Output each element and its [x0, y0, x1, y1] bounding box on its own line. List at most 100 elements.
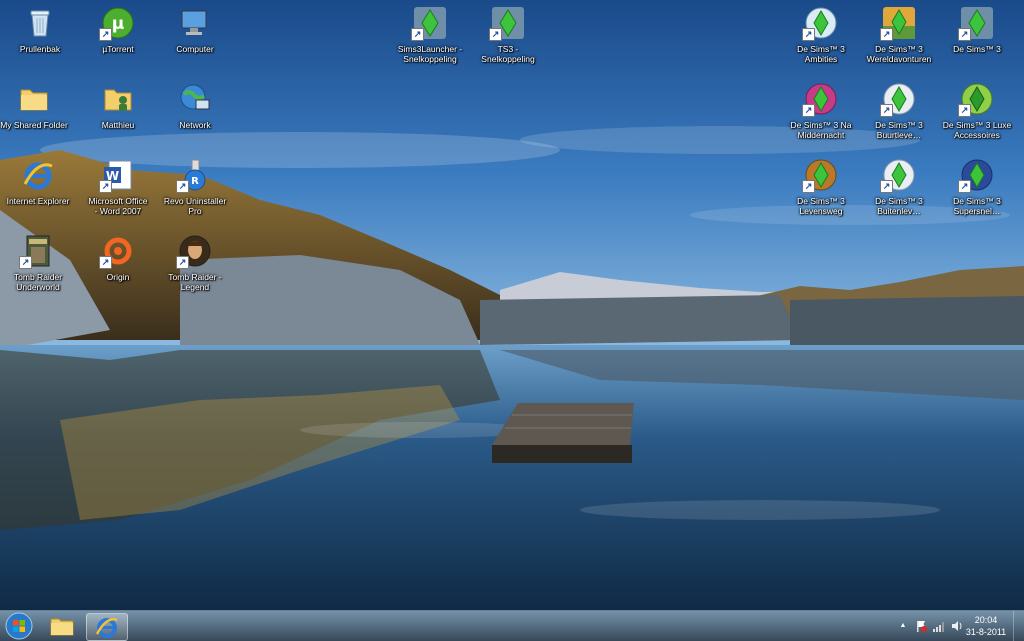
desktop-icon-label: Tomb Raider Underworld: [13, 272, 63, 292]
desktop-icon-label: Internet Explorer: [6, 196, 70, 206]
shortcut-arrow-icon: ↗: [99, 256, 112, 269]
desktop-icon-label: De Sims™ 3 Luxe Accessoires: [942, 120, 1012, 140]
shortcut-arrow-icon: ↗: [176, 180, 189, 193]
desktop-icon-sims3-na-middernacht[interactable]: ↗ De Sims™ 3 Na Middernacht: [783, 78, 859, 148]
sims-outdoor-icon: ↗: [880, 158, 916, 193]
desktop-icon-utorrent[interactable]: µ ↗ µTorrent: [80, 2, 156, 72]
svg-text:R: R: [191, 176, 199, 187]
desktop-icon-sims3-wereldavonturen[interactable]: ↗ De Sims™ 3 Wereldavonturen: [861, 2, 937, 72]
desktop-icon-label: De Sims™ 3 Ambities: [797, 44, 845, 64]
desktop-icon-word-2007[interactable]: W ↗ Microsoft Office - Word 2007: [80, 154, 156, 224]
taskbar-windows-explorer[interactable]: [42, 613, 82, 639]
desktop-icon-tomb-raider-underworld[interactable]: ↗ Tomb Raider Underworld: [0, 230, 76, 300]
desktop-icon-sims3launcher[interactable]: ↗ Sims3Launcher - Snelkoppeling: [392, 2, 468, 72]
desktop-icon-label: µTorrent: [102, 44, 134, 54]
desktop-icon-my-shared-folder[interactable]: My Shared Folder: [0, 78, 72, 148]
desktop-icon-network[interactable]: Network: [157, 78, 233, 148]
clock-time: 20:04: [974, 615, 998, 625]
desktop-icon-sims3-luxe-accessoires[interactable]: ↗ De Sims™ 3 Luxe Accessoires: [939, 78, 1015, 148]
sims-generations-icon: ↗: [880, 82, 916, 117]
desktop-icon-recycle-bin[interactable]: Prullenbak: [2, 2, 78, 72]
word-icon: W ↗: [99, 158, 135, 193]
svg-text:µ: µ: [112, 14, 125, 34]
origin-icon: ↗: [99, 234, 135, 269]
shortcut-arrow-icon: ↗: [19, 256, 32, 269]
show-desktop-button[interactable]: [1013, 611, 1024, 641]
desktop-icon-ts3-shortcut[interactable]: ↗ TS3 - Snelkoppeling: [470, 2, 546, 72]
system-clock[interactable]: 20:04 31-8-2011: [962, 614, 1010, 638]
desktop-icon-sims3-buurtleven[interactable]: ↗ De Sims™ 3 Buurtleve…: [861, 78, 937, 148]
sims-fast-lane-icon: ↗: [958, 158, 994, 193]
network-icon: [178, 82, 212, 116]
internet-explorer-icon: [95, 618, 118, 638]
desktop-icon-label: De Sims™ 3 Na Middernacht: [790, 120, 852, 140]
shortcut-arrow-icon: ↗: [176, 256, 189, 269]
shortcut-arrow-icon: ↗: [411, 28, 424, 41]
desktop-icon-label: Revo Uninstaller Pro: [163, 196, 227, 216]
desktop-icon-label: Tomb Raider - Legend: [168, 272, 222, 292]
desktop-icon-label: De Sims™ 3 Wereldavonturen: [866, 44, 932, 64]
recycle-bin-icon: [23, 6, 57, 40]
desktop-icon-tomb-raider-legend[interactable]: ↗ Tomb Raider - Legend: [157, 230, 233, 300]
desktop-icon-label: De Sims™ 3 Levensweg: [797, 196, 845, 216]
shortcut-arrow-icon: ↗: [958, 28, 971, 41]
desktop-icon-label: Matthieu: [101, 120, 135, 130]
desktop-icon-label: De Sims™ 3: [953, 44, 1001, 54]
desktop-icon-origin[interactable]: ↗ Origin: [80, 230, 156, 300]
shortcut-arrow-icon: ↗: [99, 28, 112, 41]
shortcut-arrow-icon: ↗: [880, 180, 893, 193]
desktop-icon-label: De Sims™ 3 Supersnel…: [953, 196, 1001, 216]
action-center-flag-icon[interactable]: [914, 619, 928, 633]
desktop-icon-label: Origin: [106, 272, 130, 282]
desktop-icon-label: Computer: [176, 44, 214, 54]
desktop-icon-label: Network: [179, 120, 211, 130]
desktop-icon-sims3[interactable]: ↗ De Sims™ 3: [939, 2, 1015, 72]
taskbar-internet-explorer[interactable]: [86, 613, 128, 641]
shortcut-arrow-icon: ↗: [958, 104, 971, 117]
shortcut-arrow-icon: ↗: [958, 180, 971, 193]
sims-ambitions-icon: ↗: [802, 6, 838, 41]
sims-late-night-icon: ↗: [802, 82, 838, 117]
revo-uninstaller-icon: R ↗: [176, 158, 212, 193]
folder-icon: [17, 82, 51, 116]
desktop-icon-internet-explorer[interactable]: Internet Explorer: [0, 154, 76, 224]
shortcut-arrow-icon: ↗: [99, 180, 112, 193]
desktop-icon-matthieu[interactable]: Matthieu: [80, 78, 156, 148]
desktop-icon-label: Microsoft Office - Word 2007: [88, 196, 148, 216]
tomb-raider-legend-icon: ↗: [176, 234, 212, 269]
shortcut-arrow-icon: ↗: [880, 104, 893, 117]
shortcut-arrow-icon: ↗: [489, 28, 502, 41]
sims-world-adventures-icon: ↗: [880, 6, 916, 41]
windows-logo-icon: [5, 612, 33, 640]
desktop-icon-label: De Sims™ 3 Buitenlev…: [875, 196, 923, 216]
sims-luxe-icon: ↗: [958, 82, 994, 117]
internet-explorer-icon: [21, 158, 55, 192]
windows-explorer-icon: [50, 618, 74, 636]
desktop-icon-sims3-buitenleven[interactable]: ↗ De Sims™ 3 Buitenlev…: [861, 154, 937, 224]
desktop-icon-revo-uninstaller[interactable]: R ↗ Revo Uninstaller Pro: [157, 154, 233, 224]
desktop-icon-computer[interactable]: Computer: [157, 2, 233, 72]
sims-plumbob-icon: ↗: [489, 6, 525, 41]
utorrent-icon: µ ↗: [99, 6, 135, 41]
desktop-icon-label: My Shared Folder: [0, 120, 68, 130]
shortcut-arrow-icon: ↗: [802, 104, 815, 117]
desktop-icon-sims3-ambities[interactable]: ↗ De Sims™ 3 Ambities: [783, 2, 859, 72]
sims-plumbob-icon: ↗: [411, 6, 447, 41]
desktop-icon-label: TS3 - Snelkoppeling: [481, 44, 535, 64]
desktop-icon-sims3-levensweg[interactable]: ↗ De Sims™ 3 Levensweg: [783, 154, 859, 224]
taskbar: ▲ 20:04 31-8-2011: [0, 610, 1024, 641]
shortcut-arrow-icon: ↗: [802, 28, 815, 41]
desktop-icon-label: Prullenbak: [19, 44, 61, 54]
network-signal-icon[interactable]: [932, 619, 946, 633]
show-hidden-icons-button[interactable]: ▲: [896, 619, 910, 633]
shortcut-arrow-icon: ↗: [802, 180, 815, 193]
user-folder-icon: [101, 82, 135, 116]
desktop-icon-label: Sims3Launcher - Snelkoppeling: [397, 44, 463, 64]
desktop-icon-sims3-supersnel[interactable]: ↗ De Sims™ 3 Supersnel…: [939, 154, 1015, 224]
computer-icon: [178, 6, 212, 40]
sims-plumbob-icon: ↗: [958, 6, 994, 41]
clock-date: 31-8-2011: [965, 627, 1007, 637]
shortcut-arrow-icon: ↗: [880, 28, 893, 41]
start-button[interactable]: [2, 612, 36, 640]
desktop-icon-label: De Sims™ 3 Buurtleve…: [875, 120, 923, 140]
